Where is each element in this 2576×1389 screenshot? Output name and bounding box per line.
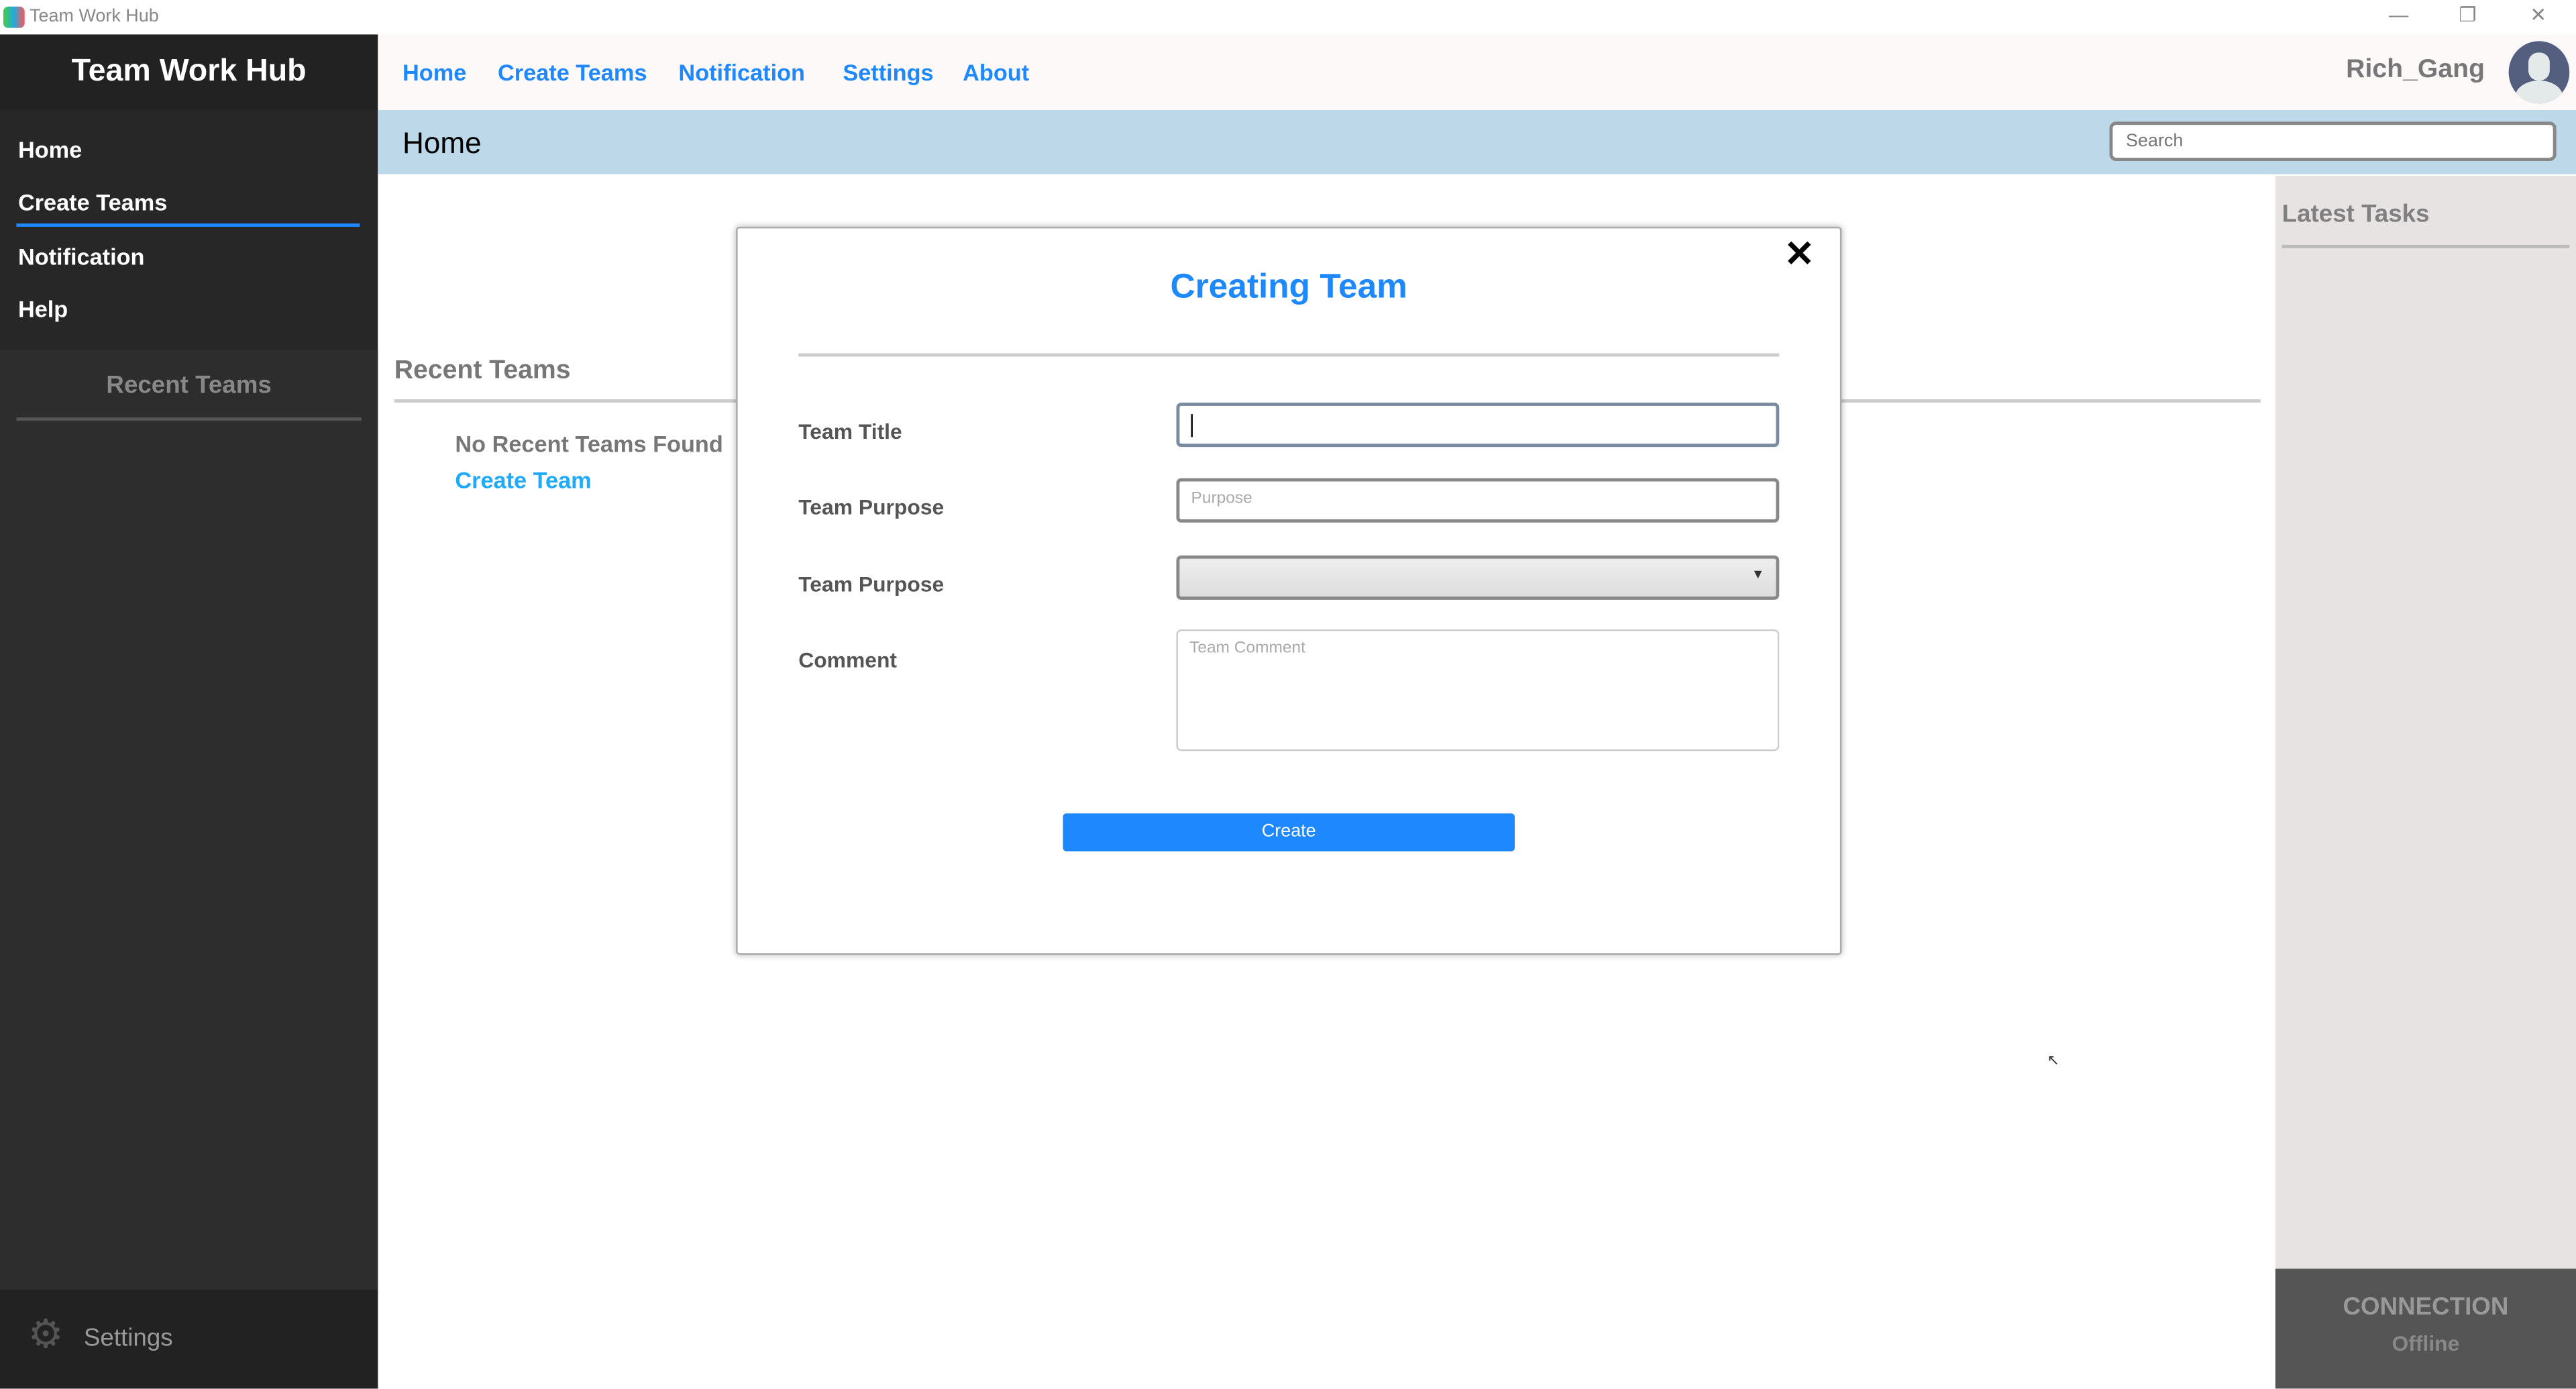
chevron-down-icon: ▼ <box>1751 566 1765 582</box>
restore-icon[interactable]: ❐ <box>2451 3 2484 26</box>
app-logo-icon <box>3 6 25 28</box>
sidebar-item-help[interactable]: Help <box>18 296 68 322</box>
comment-textarea[interactable]: Team Comment <box>1176 629 1780 752</box>
latest-tasks-title: Latest Tasks <box>2282 200 2430 229</box>
top-nav: Home Create Teams Notification Settings … <box>378 34 2576 111</box>
page-title: Home <box>402 126 482 160</box>
team-title-input[interactable] <box>1176 403 1780 448</box>
sidebar-item-notification[interactable]: Notification <box>18 243 145 269</box>
empty-text: No Recent Teams Found <box>455 430 723 457</box>
username[interactable]: Rich_Gang <box>2346 56 2485 85</box>
app-window: Team Work Hub — ❐ ✕ Team Work Hub Home C… <box>0 0 2576 1389</box>
divider <box>16 417 362 421</box>
connection-status: Offline <box>2392 1331 2460 1356</box>
settings-button[interactable]: ⚙ Settings <box>0 1290 378 1389</box>
sidebar: Team Work Hub Home Create Teams Notifica… <box>0 34 378 1389</box>
search-input[interactable] <box>2109 121 2557 162</box>
recent-teams-heading: Recent Teams <box>394 356 571 385</box>
recent-teams-panel <box>0 350 378 1290</box>
topnav-notification[interactable]: Notification <box>678 59 805 85</box>
create-button[interactable]: Create <box>1063 813 1515 852</box>
team-purpose-select[interactable]: ▼ <box>1176 555 1780 600</box>
divider <box>798 353 1780 357</box>
connection-panel: CONNECTION Offline <box>2275 1268 2576 1389</box>
topnav-settings[interactable]: Settings <box>843 59 933 85</box>
comment-label: Comment <box>798 647 898 672</box>
team-purpose-input[interactable]: Purpose <box>1176 478 1780 523</box>
team-purpose-label: Team Purpose <box>798 495 945 519</box>
gear-icon: ⚙ <box>28 1313 64 1357</box>
settings-label: Settings <box>83 1324 173 1353</box>
title-bar: Team Work Hub — ❐ ✕ <box>0 0 2576 35</box>
sidebar-item-home[interactable]: Home <box>18 136 82 162</box>
latest-tasks-panel: Latest Tasks <box>2275 176 2576 1269</box>
team-purpose-select-label: Team Purpose <box>798 572 945 597</box>
connection-label: CONNECTION <box>2343 1293 2509 1321</box>
sidebar-item-create-teams[interactable]: Create Teams <box>18 189 167 215</box>
minimize-icon[interactable]: — <box>2382 3 2415 26</box>
divider <box>2282 244 2570 248</box>
window-title: Team Work Hub <box>30 6 159 27</box>
topnav-home[interactable]: Home <box>402 59 466 85</box>
active-underline <box>16 223 360 227</box>
recent-teams-title: Recent Teams <box>106 371 272 400</box>
mouse-cursor-icon: ↖ <box>2047 1051 2059 1068</box>
topnav-about[interactable]: About <box>963 59 1029 85</box>
team-title-label: Team Title <box>798 419 902 444</box>
dialog-title: Creating Team <box>1170 268 1407 306</box>
create-team-dialog: ✕ Creating Team Team Title Team Purpose … <box>736 226 1842 955</box>
close-window-icon[interactable]: ✕ <box>2522 3 2555 26</box>
avatar[interactable] <box>2508 41 2570 104</box>
create-team-link[interactable]: Create Team <box>455 467 591 493</box>
topnav-create-teams[interactable]: Create Teams <box>498 59 647 85</box>
brand-title: Team Work Hub <box>0 34 378 111</box>
